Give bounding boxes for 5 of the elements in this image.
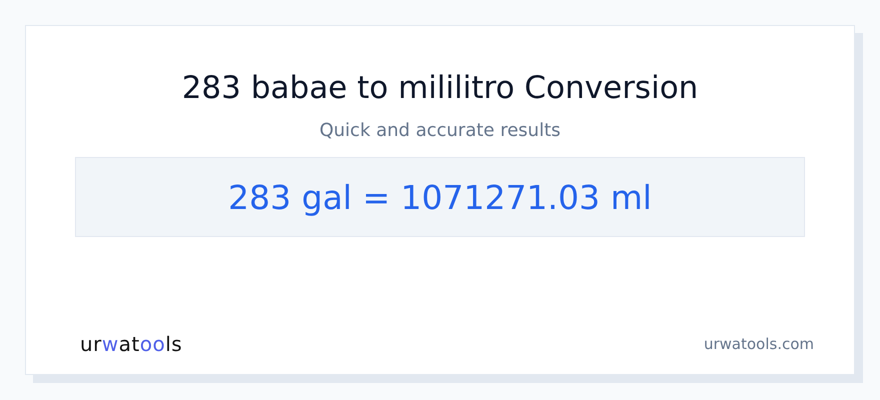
logo: urwatools — [80, 332, 182, 356]
site-url: urwatools.com — [704, 335, 814, 353]
subtitle: Quick and accurate results — [319, 120, 561, 141]
result-text: 283 gal = 1071271.03 ml — [75, 157, 805, 237]
page-title: 283 babae to mililitro Conversion — [182, 70, 698, 106]
